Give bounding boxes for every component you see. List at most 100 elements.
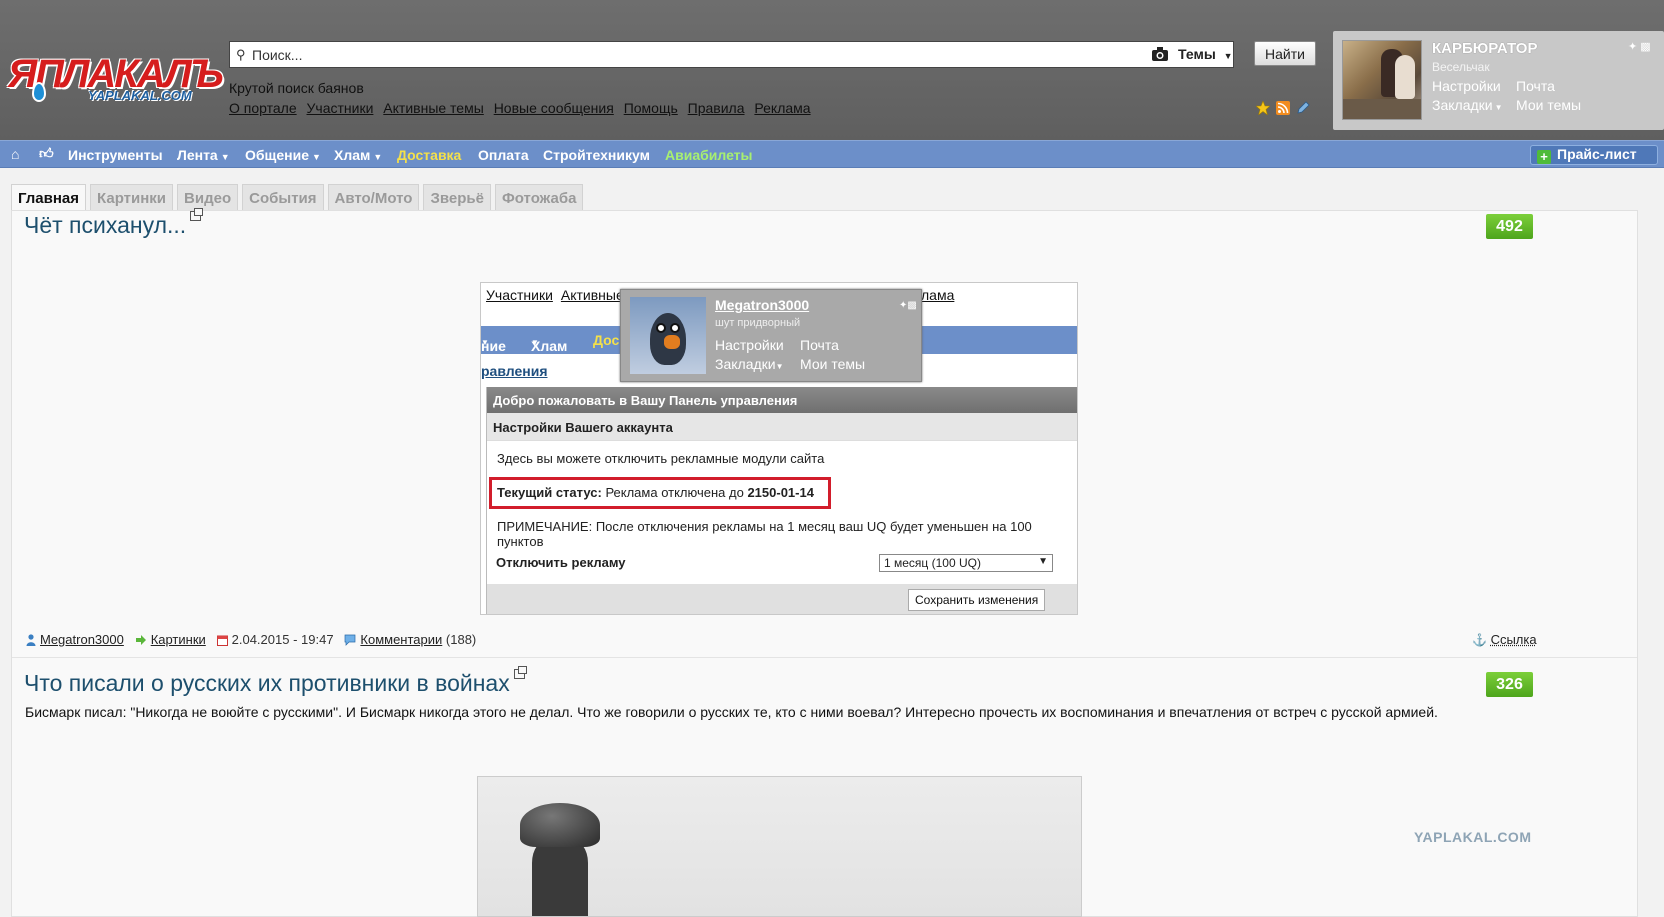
link-about[interactable]: О портале (229, 100, 297, 116)
watermark: YAPLAKAL.COM (1414, 829, 1532, 845)
post-title-link[interactable]: Чёт психанул... (24, 208, 204, 239)
account-settings-heading: Настройки Вашего аккаунта (487, 413, 1077, 441)
ads-description: Здесь вы можете отключить рекламные моду… (497, 451, 825, 466)
themes-label: Темы (1178, 46, 1216, 62)
tab-photoshop[interactable]: Фотожаба (494, 184, 584, 210)
home-icon[interactable]: ⌂ (11, 146, 19, 162)
main-navbar: ⌂ 👍︎ Инструменты Лента ▼ Общение ▼ Хлам ▼ Д… (0, 140, 1664, 168)
popup-my-topics: Мои темы (800, 356, 866, 372)
nav-avia[interactable]: Авиабилеты (665, 147, 753, 163)
window-icon[interactable]: ▩ (1640, 41, 1650, 53)
post-title-text: Чёт психанул... (24, 212, 187, 238)
tab-pictures[interactable]: Картинки (90, 184, 174, 210)
nav-delivery[interactable]: Доставка (397, 147, 461, 163)
embedded-link: Участники (486, 287, 553, 303)
post-image[interactable] (477, 776, 1082, 917)
embedded-links: Участники Активные (486, 287, 632, 303)
popup-username: Megatron3000 (715, 297, 810, 313)
user-rank: Весельчак (1432, 60, 1490, 74)
popup-bookmarks-label: Закладки (715, 356, 776, 372)
comments-link[interactable]: Комментарии (360, 632, 442, 647)
tab-video[interactable]: Видео (177, 184, 239, 210)
category-tabs: Главная Картинки Видео События Авто/Мото… (11, 184, 584, 210)
nav-payment[interactable]: Оплата (478, 147, 529, 163)
save-changes-button: Сохранить изменения (908, 589, 1046, 611)
link-help[interactable]: Помощь (624, 100, 678, 116)
nav-junk[interactable]: Хлам ▼ (334, 147, 382, 163)
post-divider (12, 657, 1637, 658)
chevron-down-icon: ▼ (1494, 103, 1503, 112)
tab-animals[interactable]: Зверьё (423, 184, 491, 210)
duration-select: 1 месяц (100 UQ) ▼ (879, 554, 1053, 572)
username[interactable]: КАРБЮРАТОР (1432, 40, 1537, 57)
chevron-down-icon: ▼ (311, 152, 321, 162)
link-new-messages[interactable]: Новые сообщения (494, 100, 614, 116)
link-rules[interactable]: Правила (688, 100, 745, 116)
chevron-down-icon: ▼ (1223, 51, 1233, 61)
embedded-link: Активные (560, 287, 624, 303)
popup-icons: ✦▩ (899, 300, 917, 311)
comment-icon (345, 634, 356, 646)
avatar[interactable] (1342, 40, 1422, 120)
author-link[interactable]: Megatron3000 (40, 632, 124, 647)
site-logo[interactable]: ЯПЛАКАЛЪ YAPLAKAL.COM (8, 52, 224, 104)
drop-icon (32, 82, 46, 102)
category-link[interactable]: Картинки (151, 632, 206, 647)
note-text: ПРИМЕЧАНИЕ: После отключения рекламы на … (497, 519, 1032, 549)
user-popup: Megatron3000 шут придворный Настройки По… (620, 289, 922, 382)
link-members[interactable]: Участники (307, 100, 374, 116)
link-ads[interactable]: Реклама (754, 100, 810, 116)
duration-select-value: 1 месяц (100 UQ) (884, 556, 981, 570)
control-panel-header: Добро пожаловать в Вашу Панель управлени… (487, 387, 1077, 413)
find-button[interactable]: Найти (1254, 41, 1316, 66)
thumbs-up-icon[interactable]: 👍︎ (39, 145, 54, 162)
post-date: 2.04.2015 - 19:47 (231, 632, 334, 647)
nav-feed[interactable]: Лента ▼ (177, 147, 230, 163)
settings-link[interactable]: Настройки (1432, 78, 1501, 94)
post-score: 492 (1486, 214, 1533, 239)
popup-rank: шут придворный (715, 317, 801, 329)
tab-main[interactable]: Главная (11, 184, 87, 210)
search-input[interactable] (252, 44, 1152, 65)
external-window-icon[interactable] (513, 666, 527, 679)
price-list-button[interactable]: + Прайс-лист (1530, 145, 1658, 165)
top-links: О портале Участники Активные темы Новые … (229, 100, 817, 116)
rss-icon[interactable] (1276, 101, 1290, 115)
user-panel: КАРБЮРАТОР Весельчак Настройки Почта Зак… (1333, 31, 1664, 130)
logout-icon[interactable]: ✦ (1628, 41, 1637, 53)
permalink[interactable]: ⚓ Ссылка (1472, 632, 1537, 647)
themes-dropdown[interactable]: Темы ▼ (1178, 46, 1233, 62)
link-active-topics[interactable]: Активные темы (383, 100, 484, 116)
post-excerpt: Бисмарк писал: "Никогда не воюйте с русс… (25, 704, 1438, 720)
star-icon[interactable] (1256, 101, 1270, 115)
bookmarks-label: Закладки (1432, 97, 1493, 113)
tab-auto-moto[interactable]: Авто/Мото (327, 184, 420, 210)
search-icon: ⚲ (236, 47, 246, 62)
post-title-text: Что писали о русских их противники в вой… (24, 670, 510, 696)
calendar-icon (216, 635, 228, 646)
chevron-down-icon: ▼ (481, 338, 489, 347)
disable-ads-label: Отключить рекламу (496, 555, 626, 570)
logo-subtitle: YAPLAKAL.COM (88, 88, 192, 103)
pencil-icon[interactable] (1296, 101, 1310, 115)
bookmarks-link[interactable]: Закладки ▼ (1432, 97, 1503, 113)
embedded-link: лама (921, 287, 955, 303)
nav-tools[interactable]: Инструменты (68, 147, 163, 163)
tab-events[interactable]: События (242, 184, 324, 210)
plus-icon: + (1537, 150, 1551, 164)
my-topics-link[interactable]: Мои темы (1516, 97, 1581, 113)
popup-mail: Почта (800, 337, 839, 353)
anchor-icon: ⚓ (1472, 633, 1487, 647)
header: ЯПЛАКАЛЪ YAPLAKAL.COM ⚲ Темы ▼ Найти Кру… (0, 0, 1664, 140)
nav-feed-label: Лента (177, 147, 218, 163)
user-icon (26, 634, 36, 646)
external-window-icon[interactable] (190, 208, 204, 221)
popup-bookmarks: Закладки▼ (715, 356, 784, 372)
camera-icon[interactable] (1150, 44, 1170, 64)
nav-construction[interactable]: Стройтехникум (543, 147, 650, 163)
control-panel-footer: Сохранить изменения (487, 584, 1077, 614)
post-title-link[interactable]: Что писали о русских их противники в вой… (24, 666, 527, 697)
post-score: 326 (1486, 672, 1533, 697)
nav-chat[interactable]: Общение ▼ (245, 147, 321, 163)
mail-link[interactable]: Почта (1516, 78, 1555, 94)
